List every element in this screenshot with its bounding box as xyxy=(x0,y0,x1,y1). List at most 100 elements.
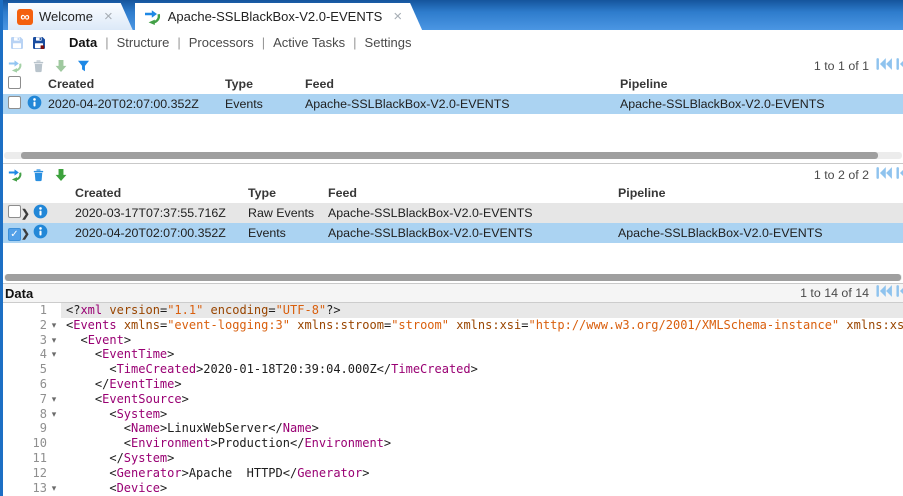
close-icon[interactable]: × xyxy=(104,9,113,24)
column-header-feed[interactable]: Feed xyxy=(305,77,620,91)
prev-page-icon[interactable] xyxy=(896,57,903,76)
cell-created: 2020-04-20T02:07:00.352Z xyxy=(48,97,225,111)
info-icon[interactable] xyxy=(33,204,48,222)
column-header-feed[interactable]: Feed xyxy=(328,186,618,200)
cell-created: 2020-04-20T02:07:00.352Z xyxy=(75,226,248,240)
pager: 1 to 2 of 2 xyxy=(814,166,903,185)
prev-page-icon[interactable] xyxy=(896,166,903,185)
source-pane-toolbar: 1 to 1 of 1 xyxy=(3,55,903,74)
line-number: 3 xyxy=(3,333,47,348)
expander-icon[interactable]: ❯ xyxy=(21,208,30,220)
download-icon[interactable] xyxy=(54,59,68,73)
horizontal-scrollbar[interactable] xyxy=(4,274,902,281)
cell-created: 2020-03-17T07:37:55.716Z xyxy=(75,206,248,220)
info-icon[interactable] xyxy=(33,224,48,242)
row-checkbox[interactable] xyxy=(8,96,21,109)
code-text: </EventTime> xyxy=(61,377,903,392)
fold-icon[interactable]: ▾ xyxy=(47,407,61,422)
meta-pane-toolbar: 1 to 2 of 2 xyxy=(3,164,903,183)
tab-events[interactable]: Apache-SSLBlackBox-V2.0-EVENTS × xyxy=(135,3,422,30)
column-header-type[interactable]: Type xyxy=(225,77,305,91)
pager: 1 to 14 of 14 xyxy=(800,284,903,303)
first-page-icon[interactable] xyxy=(876,57,892,76)
info-icon[interactable] xyxy=(27,95,42,113)
horizontal-scrollbar[interactable] xyxy=(4,152,902,159)
data-pane: Data 1 to 14 of 14 1<?xml version="1.1" … xyxy=(3,283,903,496)
line-number: 11 xyxy=(3,451,47,466)
save-icon[interactable] xyxy=(9,35,25,51)
cell-type: Events xyxy=(225,97,305,111)
column-header-created[interactable]: Created xyxy=(75,186,248,200)
feed-icon xyxy=(144,9,162,25)
code-text: <?xml version="1.1" encoding="UTF-8"?> xyxy=(61,303,903,318)
code-text: <Events xmlns="event-logging:3" xmlns:st… xyxy=(61,318,903,333)
delete-icon[interactable] xyxy=(32,59,45,73)
select-all-checkbox[interactable] xyxy=(8,76,21,89)
download-icon[interactable] xyxy=(54,168,68,182)
fold-icon[interactable]: ▾ xyxy=(47,347,61,362)
column-header-pipeline[interactable]: Pipeline xyxy=(620,77,903,91)
filter-icon[interactable] xyxy=(77,59,90,73)
fold-icon[interactable]: ▾ xyxy=(47,392,61,407)
code-line: 12 <Generator>Apache HTTPD</Generator> xyxy=(3,466,903,481)
menu-item-structure[interactable]: Structure xyxy=(115,35,172,50)
line-number: 5 xyxy=(3,362,47,377)
pager: 1 to 1 of 1 xyxy=(814,57,903,76)
tab-label: Apache-SSLBlackBox-V2.0-EVENTS xyxy=(168,9,383,24)
code-text: <Environment>Production</Environment> xyxy=(61,436,903,451)
save-as-icon[interactable] xyxy=(31,35,47,51)
code-line: 4▾ <EventTime> xyxy=(3,347,903,362)
scrollbar-thumb[interactable] xyxy=(5,274,901,281)
prev-page-icon[interactable] xyxy=(896,284,903,303)
line-number: 2 xyxy=(3,318,47,333)
row-checkbox[interactable] xyxy=(8,205,21,218)
stroom-app: ∞ Welcome × Apache-SSLBlackBox-V2.0-EVEN… xyxy=(0,0,903,496)
scrollbar-thumb[interactable] xyxy=(21,152,878,159)
code-line: 5 <TimeCreated>2020-01-18T20:39:04.000Z<… xyxy=(3,362,903,377)
column-header-created[interactable]: Created xyxy=(48,77,225,91)
process-icon[interactable] xyxy=(8,168,23,182)
row-checkbox[interactable]: ✓ xyxy=(8,228,21,241)
code-line: 9 <Name>LinuxWebServer</Name> xyxy=(3,421,903,436)
expander-icon[interactable]: ❯ xyxy=(21,228,30,240)
code-line: 7▾ <EventSource> xyxy=(3,392,903,407)
cell-pipeline: Apache-SSLBlackBox-V2.0-EVENTS xyxy=(620,97,903,111)
line-number: 8 xyxy=(3,407,47,422)
delete-icon[interactable] xyxy=(32,168,45,182)
process-icon[interactable] xyxy=(8,59,23,73)
menu-item-data[interactable]: Data xyxy=(67,35,99,50)
line-number: 12 xyxy=(3,466,47,481)
column-header-type[interactable]: Type xyxy=(248,186,328,200)
stroom-logo-icon: ∞ xyxy=(17,9,33,25)
cell-feed: Apache-SSLBlackBox-V2.0-EVENTS xyxy=(328,206,618,220)
cell-type: Events xyxy=(248,226,328,240)
fold-icon[interactable]: ▾ xyxy=(47,333,61,348)
fold-icon[interactable]: ▾ xyxy=(47,481,61,496)
menu-item-active-tasks[interactable]: Active Tasks xyxy=(271,35,347,50)
table-row[interactable]: ❯2020-03-17T07:37:55.716ZRaw EventsApach… xyxy=(3,203,903,223)
code-line: 10 <Environment>Production</Environment> xyxy=(3,436,903,451)
source-pane: 1 to 1 of 1 Created Type Feed Pipeline 2… xyxy=(3,55,903,163)
menu-separator: | xyxy=(99,35,114,50)
first-page-icon[interactable] xyxy=(876,166,892,185)
menu-item-processors[interactable]: Processors xyxy=(187,35,256,50)
table-row[interactable]: 2020-04-20T02:07:00.352ZEvents Apache-SSL… xyxy=(3,94,903,114)
code-text: <Generator>Apache HTTPD</Generator> xyxy=(61,466,903,481)
cell-pipeline: Apache-SSLBlackBox-V2.0-EVENTS xyxy=(618,226,903,240)
tab-welcome[interactable]: ∞ Welcome × xyxy=(8,3,133,30)
code-text: <Device> xyxy=(61,481,903,496)
data-pane-title: Data xyxy=(5,286,33,301)
meta-pane: 1 to 2 of 2 Created Type Feed Pipeline ❯… xyxy=(3,163,903,283)
code-lines: 1<?xml version="1.1" encoding="UTF-8"?>2… xyxy=(3,303,903,495)
line-number: 6 xyxy=(3,377,47,392)
close-icon[interactable]: × xyxy=(393,9,402,24)
table-row[interactable]: ✓❯ 2020-04-20T02:07:00.352ZEvents Apache-S… xyxy=(3,223,903,243)
line-number: 10 xyxy=(3,436,47,451)
fold-icon[interactable]: ▾ xyxy=(47,318,61,333)
menu-item-settings[interactable]: Settings xyxy=(363,35,414,50)
code-editor[interactable]: 1<?xml version="1.1" encoding="UTF-8"?>2… xyxy=(3,303,903,496)
meta-table-header: Created Type Feed Pipeline xyxy=(3,183,903,203)
fold-spacer xyxy=(47,436,61,451)
first-page-icon[interactable] xyxy=(876,284,892,303)
column-header-pipeline[interactable]: Pipeline xyxy=(618,186,903,200)
